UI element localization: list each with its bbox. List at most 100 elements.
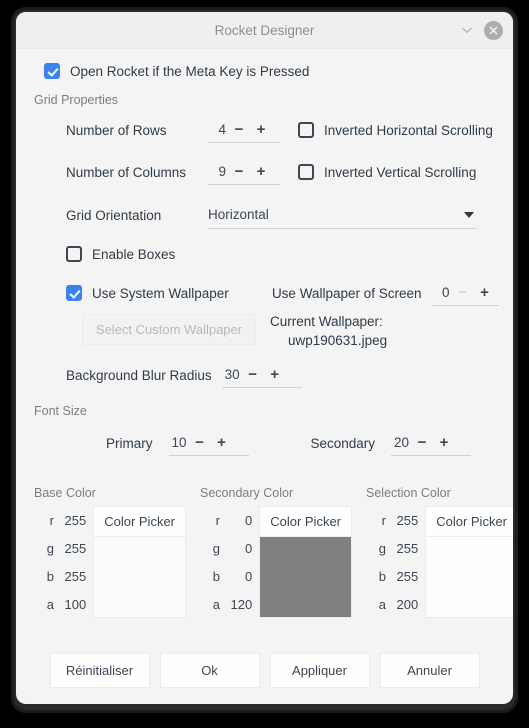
columns-increment-button[interactable]: +: [250, 164, 272, 179]
wallpaper-screen-label: Use Wallpaper of Screen: [271, 285, 422, 301]
base-color-a-value: 100: [64, 596, 87, 612]
grid-orientation-value: Horizontal: [208, 207, 269, 222]
secondary-color-a-row[interactable]: a 120: [200, 590, 259, 618]
selection-color-b-row[interactable]: b 255: [366, 562, 425, 590]
font-size-row: Primary 10 − + Secondary 20 − +: [30, 430, 499, 456]
base-color-b-row[interactable]: b 255: [34, 562, 93, 590]
rows-row: Number of Rows 4 − + Inverted Horizontal…: [30, 117, 499, 143]
font-size-section-label: Font Size: [34, 404, 87, 418]
orientation-label: Grid Orientation: [66, 207, 162, 223]
blur-radius-label: Background Blur Radius: [66, 367, 212, 383]
columns-label: Number of Columns: [66, 164, 187, 180]
enable-boxes-row[interactable]: Enable Boxes: [30, 246, 499, 262]
base-color-g-row[interactable]: g 255: [34, 534, 93, 562]
meta-key-checkbox[interactable]: [44, 63, 60, 79]
secondary-color-r-value: 0: [244, 512, 253, 528]
primary-font-size-value: 10: [171, 434, 187, 450]
use-system-wallpaper-row: Use System Wallpaper Use Wallpaper of Sc…: [30, 280, 499, 306]
rows-increment-button[interactable]: +: [250, 122, 272, 137]
selection-color-r-row[interactable]: r 255: [366, 506, 425, 534]
rows-spinner[interactable]: 4 − +: [208, 117, 280, 143]
secondary-color-b-key: b: [212, 568, 220, 584]
base-color-g-key: g: [46, 540, 54, 556]
selection-color-b-key: b: [378, 568, 386, 584]
secondary-font-size-increment-button[interactable]: +: [433, 435, 455, 450]
secondary-color-channels: r 0 g 0 b 0 a 120: [200, 506, 259, 618]
secondary-color-g-key: g: [212, 540, 220, 556]
dialog-footer: Réinitialiser Ok Appliquer Annuler: [16, 641, 513, 704]
columns-spinner[interactable]: 9 − +: [208, 159, 280, 185]
columns-value: 9: [218, 163, 226, 179]
secondary-color-b-row[interactable]: b 0: [200, 562, 259, 590]
columns-decrement-button[interactable]: −: [228, 164, 250, 179]
secondary-font-size-value: 20: [394, 434, 410, 450]
selection-color-a-value: 200: [396, 596, 419, 612]
selection-color-swatch: [425, 537, 513, 618]
base-color-title: Base Color: [34, 486, 96, 500]
base-color-r-row[interactable]: r 255: [34, 506, 93, 534]
primary-font-size-increment-button[interactable]: +: [211, 435, 233, 450]
grid-orientation-select[interactable]: Horizontal: [208, 201, 477, 229]
meta-key-label: Open Rocket if the Meta Key is Pressed: [70, 63, 310, 79]
secondary-color-r-row[interactable]: r 0: [200, 506, 259, 534]
inverted-horizontal-label: Inverted Horizontal Scrolling: [324, 122, 493, 138]
rows-label: Number of Rows: [66, 122, 167, 138]
selection-color-r-value: 255: [396, 512, 419, 528]
apply-button[interactable]: Appliquer: [269, 653, 370, 688]
selection-color-picker-button[interactable]: Color Picker: [425, 506, 513, 537]
selection-color-title: Selection Color: [366, 486, 451, 500]
selection-color-channels: r 255 g 255 b 255 a 200: [366, 506, 425, 618]
secondary-color-b-value: 0: [244, 568, 253, 584]
selection-color-g-row[interactable]: g 255: [366, 534, 425, 562]
base-color-b-key: b: [46, 568, 54, 584]
wallpaper-screen-spinner[interactable]: 0 − +: [431, 280, 499, 306]
wallpaper-screen-decrement-button[interactable]: −: [452, 285, 474, 300]
blur-radius-row: Background Blur Radius 30 − +: [30, 362, 499, 388]
reset-button[interactable]: Réinitialiser: [49, 653, 150, 688]
enable-boxes-checkbox[interactable]: [66, 246, 82, 262]
dialog-body: Open Rocket if the Meta Key is Pressed G…: [16, 49, 513, 641]
secondary-color-picker-button[interactable]: Color Picker: [259, 506, 352, 537]
title-bar[interactable]: Rocket Designer: [16, 12, 513, 49]
inverted-vertical-checkbox[interactable]: [298, 164, 314, 180]
wallpaper-screen-value: 0: [442, 284, 450, 300]
wallpaper-screen-increment-button[interactable]: +: [474, 285, 496, 300]
chevron-down-icon[interactable]: [459, 22, 475, 38]
base-color-swatch: [93, 537, 186, 618]
color-groups: Base Color r 255 g 255 b 255 a 100 Color…: [30, 486, 513, 618]
primary-font-size-decrement-button[interactable]: −: [189, 435, 211, 450]
inverted-horizontal-checkbox[interactable]: [298, 122, 314, 138]
window-controls: [459, 12, 503, 48]
close-icon[interactable]: [484, 20, 503, 40]
rows-decrement-button[interactable]: −: [228, 122, 250, 137]
base-color-a-row[interactable]: a 100: [34, 590, 93, 618]
chevron-down-icon: [464, 211, 474, 218]
secondary-font-size-decrement-button[interactable]: −: [411, 435, 433, 450]
selection-color-a-key: a: [378, 596, 386, 612]
base-color-a-key: a: [46, 596, 54, 612]
use-system-wallpaper-checkbox[interactable]: [66, 285, 82, 301]
selection-color-group: Selection Color r 255 g 255 b 255 a 200 …: [366, 486, 513, 618]
current-wallpaper-label: Current Wallpaper:: [270, 314, 383, 329]
meta-key-row[interactable]: Open Rocket if the Meta Key is Pressed: [30, 63, 499, 79]
orientation-row: Grid Orientation Horizontal: [30, 201, 499, 229]
secondary-color-g-row[interactable]: g 0: [200, 534, 259, 562]
use-system-wallpaper-label: Use System Wallpaper: [92, 285, 229, 301]
ok-button[interactable]: Ok: [159, 653, 260, 688]
secondary-font-size-label: Secondary: [310, 435, 376, 451]
selection-color-r-key: r: [381, 512, 386, 528]
selection-color-g-value: 255: [396, 540, 419, 556]
select-custom-wallpaper-button[interactable]: Select Custom Wallpaper: [82, 314, 256, 345]
custom-wallpaper-row: Select Custom Wallpaper Current Wallpape…: [30, 314, 499, 348]
cancel-button[interactable]: Annuler: [379, 653, 480, 688]
secondary-font-size-spinner[interactable]: 20 − +: [391, 430, 472, 456]
blur-radius-increment-button[interactable]: +: [264, 367, 286, 382]
base-color-picker-button[interactable]: Color Picker: [93, 506, 186, 537]
selection-color-b-value: 255: [396, 568, 419, 584]
blur-radius-decrement-button[interactable]: −: [242, 367, 264, 382]
primary-font-size-spinner[interactable]: 10 − +: [168, 430, 249, 456]
blur-radius-spinner[interactable]: 30 − +: [221, 362, 302, 388]
grid-properties-section-label: Grid Properties: [34, 93, 119, 107]
selection-color-a-row[interactable]: a 200: [366, 590, 425, 618]
blur-radius-value: 30: [224, 366, 240, 382]
